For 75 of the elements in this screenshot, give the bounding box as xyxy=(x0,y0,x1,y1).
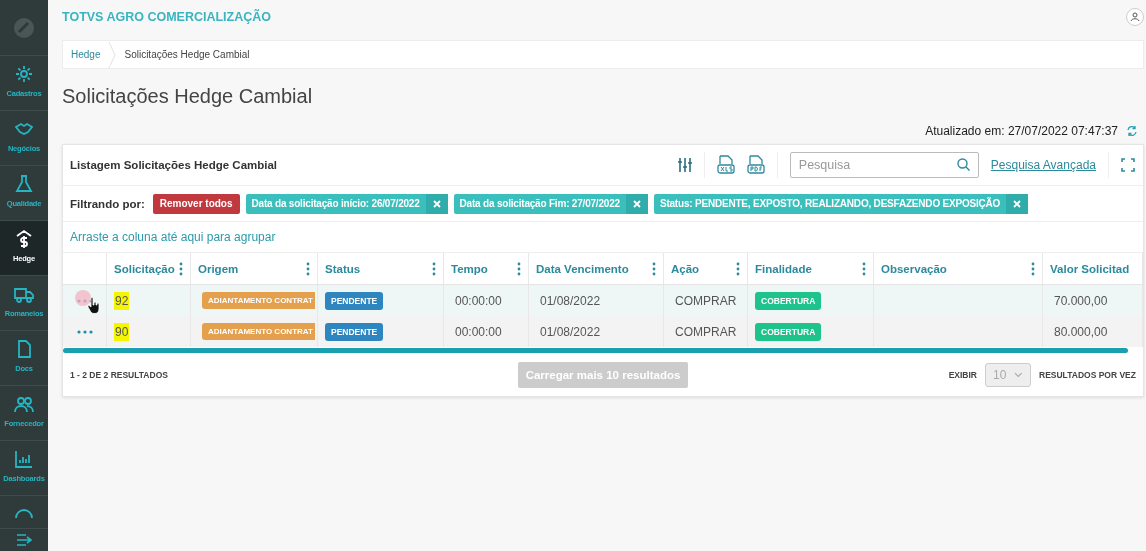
expand-menu-icon[interactable] xyxy=(16,533,32,547)
close-icon[interactable] xyxy=(432,199,441,208)
hand-cursor-icon xyxy=(87,297,101,314)
purpose-tag: COBERTURA xyxy=(755,322,822,341)
group-hint: Arraste a coluna até aqui para agrupar xyxy=(63,222,1143,253)
filter-text: Data da solicitação início: 26/07/2022 xyxy=(250,197,421,211)
table-cell: COMPRAR xyxy=(675,324,737,339)
scrollbar[interactable] xyxy=(63,348,1128,353)
remove-all-button[interactable]: Remover todos xyxy=(152,193,240,214)
column-header[interactable]: Observação xyxy=(881,262,947,275)
table-cell: 01/08/2022 xyxy=(540,293,601,308)
people-icon xyxy=(14,394,34,414)
table-cell: 01/08/2022 xyxy=(540,324,601,339)
filter-label: Filtrando por: xyxy=(70,197,145,210)
column-header[interactable]: Tempo xyxy=(451,262,488,275)
logo-icon xyxy=(13,16,35,39)
table-row[interactable]: 90 ADIANTAMENTO CONTRAT PENDENTE 00:00:00 01/08/2022 COMPRAR COBERTURA 80.000,00 xyxy=(63,316,1143,347)
column-header[interactable]: Status xyxy=(325,262,361,275)
gear-icon xyxy=(14,64,34,84)
close-icon[interactable] xyxy=(632,199,641,208)
fullscreen-icon[interactable] xyxy=(1121,158,1135,172)
origin-tag: ADIANTAMENTO CONTRAT xyxy=(202,292,315,309)
column-menu-icon[interactable] xyxy=(736,261,740,276)
table-cell: 00:00:00 xyxy=(455,324,502,339)
result-count: 1 - 2 DE 2 RESULTADOS xyxy=(70,369,169,380)
column-header[interactable]: Valor Solicitad xyxy=(1050,262,1130,275)
column-menu-icon[interactable] xyxy=(517,261,521,276)
breadcrumb-link[interactable]: Hedge xyxy=(71,49,101,60)
more-icon[interactable] xyxy=(76,329,93,334)
table-cell: 00:00:00 xyxy=(455,293,502,308)
user-icon[interactable] xyxy=(1126,8,1144,26)
dollar-icon xyxy=(14,229,34,249)
app-title: TOTVS AGRO COMERCIALIZAÇÃO xyxy=(62,10,272,24)
caret-icon xyxy=(1014,371,1023,378)
per-page-label: RESULTADOS POR VEZ xyxy=(1039,369,1136,380)
column-header[interactable]: Ação xyxy=(671,262,700,275)
table-cell: 80.000,00 xyxy=(1054,324,1108,339)
purpose-tag: COBERTURA xyxy=(755,291,822,310)
table-cell: 70.000,00 xyxy=(1054,293,1108,308)
card-title: Listagem Solicitações Hedge Cambial xyxy=(70,159,278,171)
refresh-icon[interactable] xyxy=(1126,125,1138,137)
column-header[interactable]: Finalidade xyxy=(755,262,812,275)
xls-file-icon[interactable] xyxy=(716,155,735,175)
updated-time: Atualizado em: 27/07/2022 07:47:37 xyxy=(925,124,1118,138)
page-title: Solicitações Hedge Cambial xyxy=(62,85,314,108)
arc-icon[interactable] xyxy=(14,508,34,518)
filter-text: Status: PENDENTE, EXPOSTO, REALIZANDO, DESFAZENDO EXPOSIÇÃO xyxy=(658,196,1002,211)
column-menu-icon[interactable] xyxy=(179,261,183,276)
sliders-icon[interactable] xyxy=(677,157,692,173)
close-icon[interactable] xyxy=(1013,199,1022,208)
status-tag: PENDENTE xyxy=(325,322,384,341)
table-row[interactable]: 92 ADIANTAMENTO CONTRAT PENDENTE 00:00:00 01/08/2022 COMPRAR COBERTURA 70.000,00 xyxy=(63,285,1143,316)
hover-ripple xyxy=(75,290,91,306)
table-cell: COMPRAR xyxy=(675,293,737,308)
bar-chart-icon xyxy=(14,449,34,469)
column-menu-icon[interactable] xyxy=(862,261,866,276)
pdf-file-icon[interactable] xyxy=(746,155,765,175)
advanced-search-link[interactable]: Pesquisa Avançada xyxy=(990,158,1096,172)
table-cell: 90 xyxy=(114,322,130,341)
column-header[interactable]: Origem xyxy=(198,262,239,275)
flask-icon xyxy=(14,174,34,194)
column-menu-icon[interactable] xyxy=(652,261,656,276)
column-header[interactable]: Data Vencimento xyxy=(536,262,629,275)
column-menu-icon[interactable] xyxy=(1031,261,1035,276)
column-menu-icon[interactable] xyxy=(432,261,436,276)
status-tag: PENDENTE xyxy=(325,291,384,310)
search-icon xyxy=(956,158,970,171)
column-header[interactable]: Solicitação xyxy=(114,262,175,275)
breadcrumb-current: Solicitações Hedge Cambial xyxy=(124,49,250,60)
filter-text: Data da solicitação Fim: 27/07/2022 xyxy=(458,197,621,211)
column-menu-icon[interactable] xyxy=(306,261,310,276)
search-field[interactable]: Pesquisa xyxy=(789,152,979,178)
table-cell: 92 xyxy=(114,291,130,310)
show-label: EXIBIR xyxy=(948,369,977,380)
origin-tag: ADIANTAMENTO CONTRAT xyxy=(202,323,315,340)
